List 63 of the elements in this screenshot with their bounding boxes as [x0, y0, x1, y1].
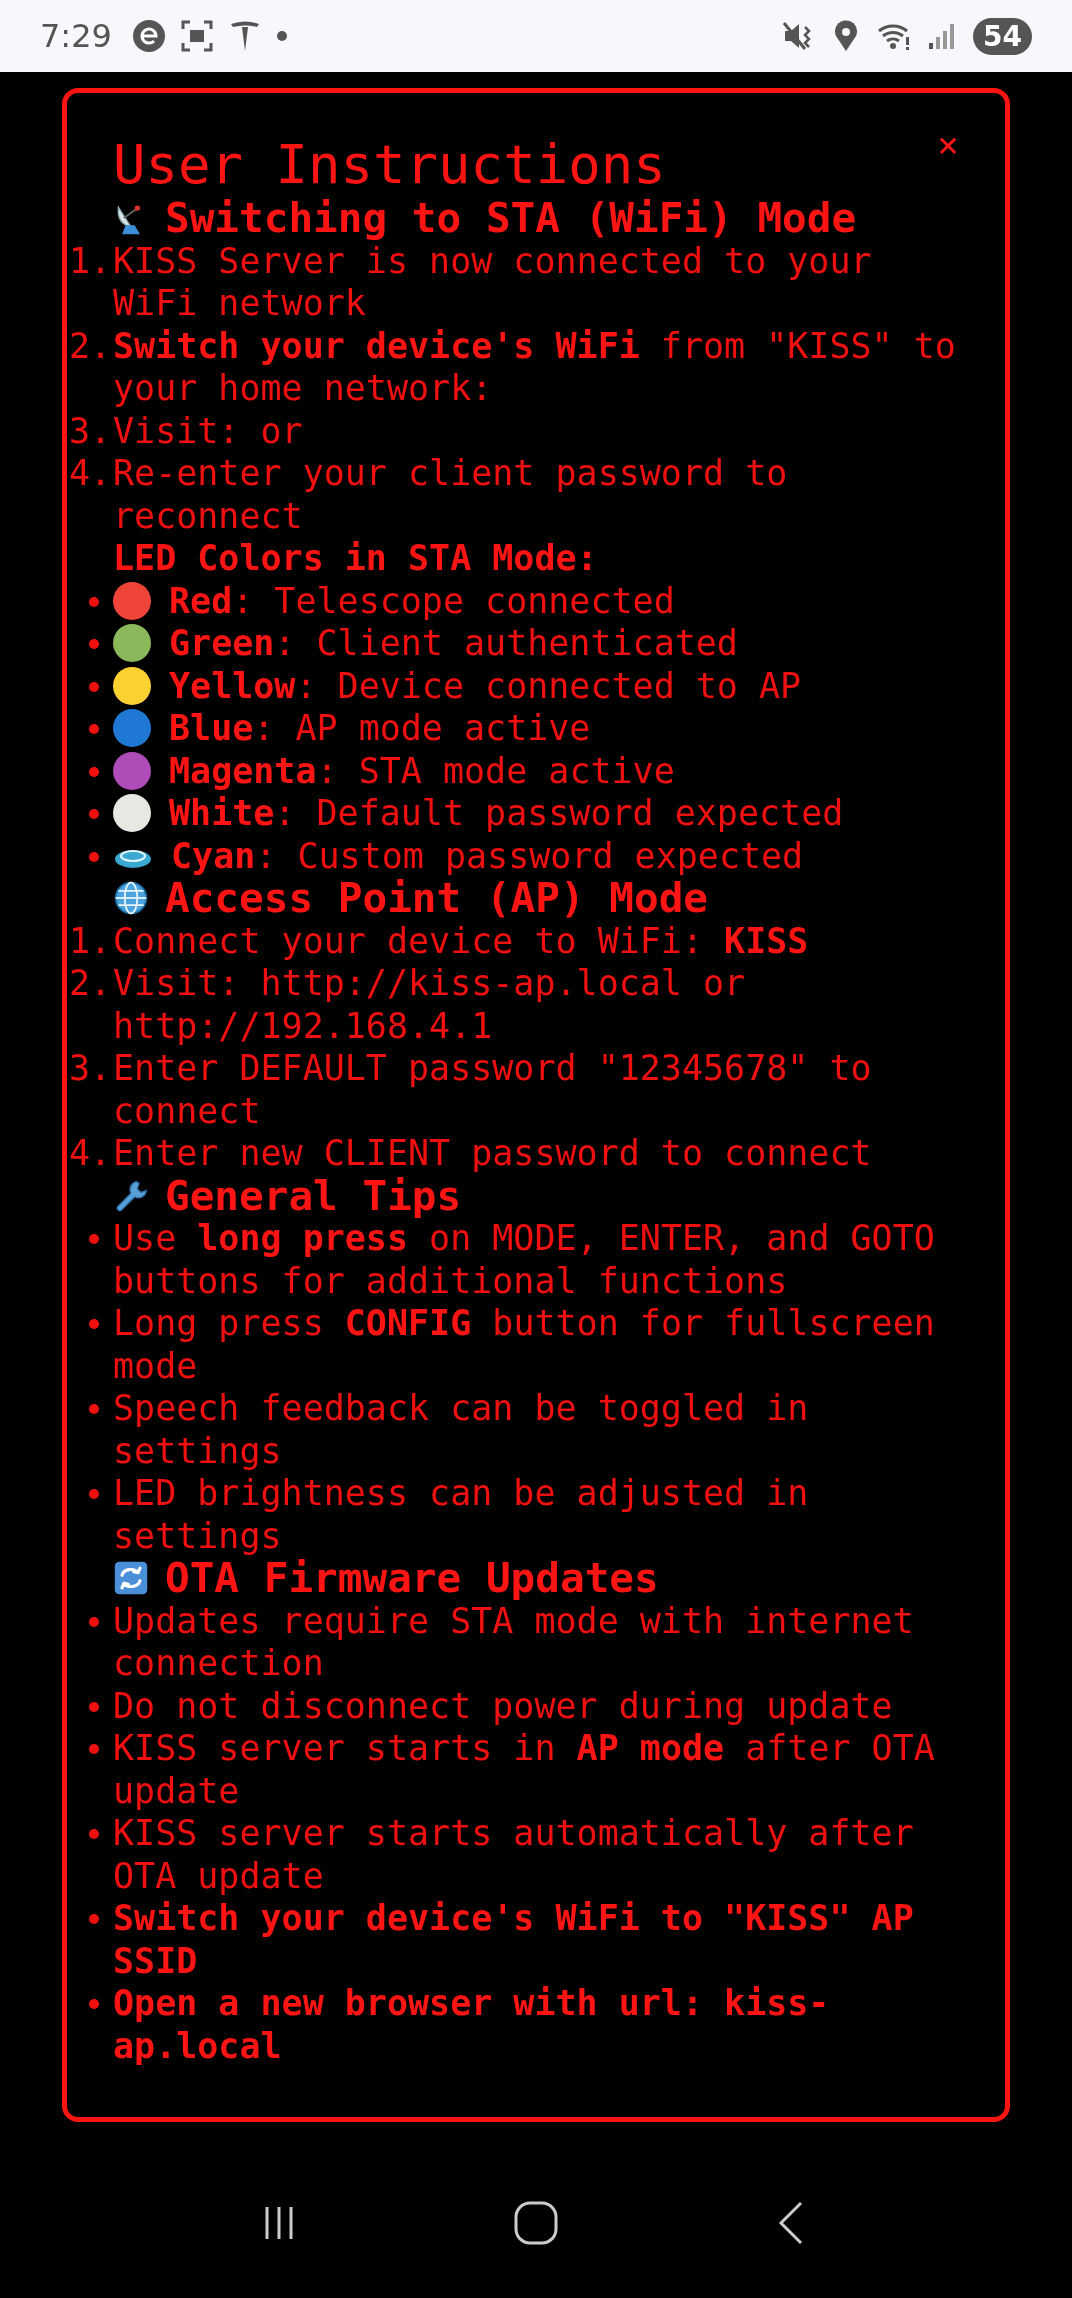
- led-color-text: Yellow: Device connected to AP: [169, 664, 802, 707]
- instruction-text: Enter DEFAULT password "12345678" to connect: [113, 1048, 872, 1131]
- list-number: 3.: [69, 1047, 112, 1090]
- bullet-icon: [89, 1701, 99, 1712]
- screenshot-icon: [179, 19, 214, 53]
- section-heading: General Tips: [165, 1174, 462, 1217]
- globe-icon: [113, 880, 149, 917]
- bullet-icon: [89, 1999, 99, 2009]
- section-heading: Access Point (AP) Mode: [165, 877, 709, 920]
- bullet-icon: [89, 1829, 99, 1839]
- instruction-text: KISS server starts in AP mode after OTA update: [113, 1728, 935, 1811]
- list-number: 1.: [69, 239, 112, 282]
- bullet-icon: [89, 639, 99, 649]
- instruction-text: Switch your device's WiFi to "KISS" AP SSID: [113, 1898, 914, 1981]
- refresh-icon: [113, 1560, 149, 1597]
- home-icon[interactable]: [512, 2199, 560, 2247]
- bullet-icon: [89, 766, 99, 777]
- list-number: 1.: [69, 919, 112, 962]
- instruction-text: Switch your device's WiFi from "KISS" to your home network:: [113, 325, 956, 408]
- list-number: 2.: [69, 324, 112, 367]
- list-number: 3.: [69, 409, 112, 452]
- led-color-text: Blue: AP mode active: [169, 707, 591, 750]
- bullet-icon: [89, 1234, 99, 1244]
- bullet-icon: [89, 1319, 99, 1329]
- instruction-text: Re-enter your client password to reconnect: [113, 453, 788, 536]
- instruction-text: Speech feedback can be toggled in settings: [113, 1388, 809, 1471]
- dot-icon: [275, 30, 288, 42]
- led-color-text: Cyan: Custom password expected: [171, 834, 804, 877]
- led-color-text: Magenta: STA mode active: [169, 749, 675, 792]
- instruction-text: Long press CONFIG button for fullscreen mode: [113, 1303, 935, 1386]
- status-time: 7:29: [40, 17, 112, 55]
- bullet-icon: [89, 596, 99, 607]
- instruction-text: Do not disconnect power during update: [113, 1685, 893, 1726]
- bullet-icon: [89, 1616, 99, 1627]
- instruction-text: KISS server starts automatically after OTA update: [113, 1813, 914, 1896]
- list-number: 4.: [69, 452, 112, 495]
- section-heading: OTA Firmware Updates: [165, 1557, 659, 1600]
- section-heading: Switching to STA (WiFi) Mode: [165, 197, 857, 240]
- subsection-heading: LED Colors in STA Mode:: [113, 537, 599, 580]
- instruction-text: Updates require STA mode with internet connection: [113, 1600, 914, 1683]
- battery-level: 54: [973, 17, 1032, 55]
- close-button[interactable]: ×: [937, 127, 959, 163]
- instruction-text: Open a new browser with url: kiss-ap.local: [113, 1983, 830, 2066]
- bullet-icon: [89, 1744, 99, 1754]
- instruction-text: Connect your device to WiFi: KISS: [113, 920, 809, 961]
- dialog-title: User Instructions: [113, 133, 666, 197]
- list-number: 2.: [69, 962, 112, 1005]
- list-number: 4.: [69, 1132, 112, 1175]
- bullet-icon: [89, 1489, 99, 1499]
- led-color-text: White: Default password expected: [169, 792, 844, 835]
- instruction-text: Visit: or: [113, 410, 303, 451]
- led-color-text: Red: Telescope connected: [169, 579, 675, 622]
- instruction-text: Visit: http://kiss-ap.local or http://192.168.4.1: [113, 963, 746, 1046]
- instruction-text: Enter new CLIENT password to connect: [113, 1133, 872, 1173]
- bullet-icon: [89, 681, 99, 692]
- bullet-icon: [89, 809, 99, 819]
- app-notification-icon: [131, 19, 166, 53]
- bullet-icon: [89, 851, 99, 862]
- bullet-icon: [89, 1914, 99, 1924]
- bullet-icon: [89, 1404, 99, 1414]
- bullet-icon: [89, 724, 99, 734]
- instruction-text: LED brightness can be adjusted in settings: [113, 1473, 809, 1556]
- led-color-text: Green: Client authenticated: [169, 622, 738, 665]
